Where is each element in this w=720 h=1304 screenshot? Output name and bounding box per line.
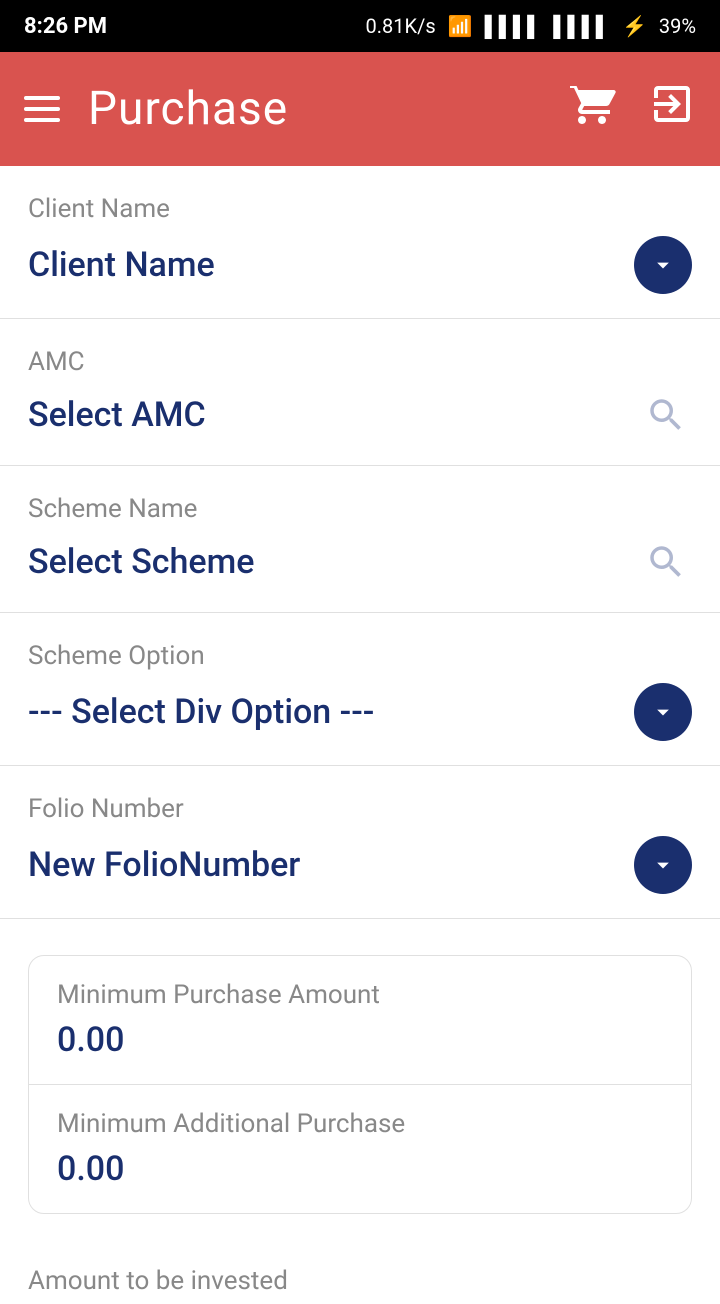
status-right: 0.81K/s 📶 ▌▌▌▌ ▌▌▌▌ ⚡ 39% (366, 14, 696, 39)
battery-indicator: 39% (659, 14, 696, 38)
scheme-name-value[interactable]: Select Scheme (28, 542, 254, 582)
min-purchase-label: Minimum Purchase Amount (57, 980, 663, 1010)
app-bar-left: Purchase (24, 82, 288, 136)
status-bar: 8:26 PM 0.81K/s 📶 ▌▌▌▌ ▌▌▌▌ ⚡ 39% (0, 0, 720, 52)
folio-number-value[interactable]: New FolioNumber (28, 845, 300, 885)
min-additional-label: Minimum Additional Purchase (57, 1109, 663, 1139)
min-purchase-value: 0.00 (57, 1020, 663, 1060)
amc-value[interactable]: Select AMC (28, 395, 206, 435)
amc-label: AMC (28, 347, 692, 377)
scheme-name-field: Scheme Name Select Scheme (0, 466, 720, 613)
page-title: Purchase (88, 82, 288, 136)
amc-field: AMC Select AMC (0, 319, 720, 466)
client-name-value[interactable]: Client Name (28, 245, 215, 285)
scheme-option-value[interactable]: --- Select Div Option --- (28, 692, 374, 732)
min-purchase-row: Minimum Purchase Amount 0.00 (29, 956, 691, 1084)
scheme-name-label: Scheme Name (28, 494, 692, 524)
info-card: Minimum Purchase Amount 0.00 Minimum Add… (28, 955, 692, 1214)
client-name-field: Client Name Client Name (0, 166, 720, 319)
bolt-icon: ⚡ (622, 14, 647, 38)
app-bar: Purchase (0, 52, 720, 166)
min-additional-row: Minimum Additional Purchase 0.00 (29, 1084, 691, 1213)
min-additional-value: 0.00 (57, 1149, 663, 1189)
signal-icon-2: ▌▌▌▌ (553, 14, 610, 39)
scheme-name-search-button[interactable] (640, 536, 692, 588)
cart-button[interactable] (568, 80, 616, 139)
app-bar-actions (568, 80, 696, 139)
network-speed: 0.81K/s (366, 14, 436, 38)
client-name-dropdown[interactable] (634, 236, 692, 294)
wifi-icon: 📶 (448, 14, 473, 38)
scheme-option-dropdown[interactable] (634, 683, 692, 741)
client-name-label: Client Name (28, 194, 692, 224)
folio-number-dropdown[interactable] (634, 836, 692, 894)
battery-percent: 39% (659, 14, 696, 38)
amc-search-button[interactable] (640, 389, 692, 441)
folio-number-field: Folio Number New FolioNumber (0, 766, 720, 919)
signal-icon: ▌▌▌▌ (485, 14, 542, 39)
amount-label: Amount to be invested (0, 1242, 720, 1304)
logout-button[interactable] (648, 80, 696, 139)
menu-button[interactable] (24, 96, 60, 122)
content-area: Client Name Client Name AMC Select AMC S… (0, 166, 720, 1304)
scheme-option-label: Scheme Option (28, 641, 692, 671)
status-time: 8:26 PM (24, 14, 107, 39)
folio-number-label: Folio Number (28, 794, 692, 824)
scheme-option-field: Scheme Option --- Select Div Option --- (0, 613, 720, 766)
